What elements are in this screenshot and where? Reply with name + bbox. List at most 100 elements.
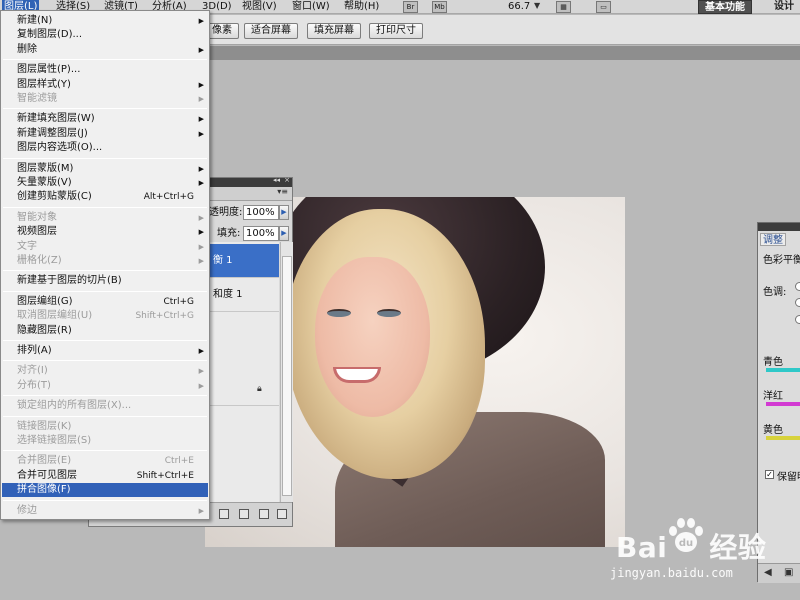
- menu-item: 合并图层(E) Ctrl+E: [2, 454, 208, 468]
- menu-item[interactable]: 视频图层 ▶: [2, 225, 208, 239]
- menu-item: 栅格化(Z) ▶: [2, 254, 208, 268]
- opacity-dropdown-icon[interactable]: ▶: [279, 205, 289, 220]
- panel-menu-icon[interactable]: ▾≡: [277, 187, 288, 196]
- menu-item[interactable]: 拼合图像(F): [2, 483, 208, 498]
- menu-separator: [3, 415, 207, 417]
- menu-separator: [3, 450, 207, 452]
- screen-mode-icon[interactable]: ▭: [596, 1, 611, 13]
- fit-screen-button[interactable]: 适合屏幕: [244, 23, 298, 39]
- menu-separator: [3, 157, 207, 159]
- menu-item: 智能对象 ▶: [2, 211, 208, 225]
- fill-input[interactable]: 100%: [243, 226, 279, 241]
- menu-item-label: 视频图层: [17, 226, 57, 238]
- menu-item[interactable]: 图层属性(P)...: [2, 63, 208, 77]
- menu-separator: [3, 270, 207, 272]
- menu-item-label: 删除: [17, 43, 37, 55]
- submenu-arrow-icon: ▶: [198, 506, 204, 515]
- fill-screen-button[interactable]: 填充屏幕: [307, 23, 361, 39]
- layer-dropdown-menu: 新建(N) ▶ 复制图层(D)... 删除 ▶ 图层属性(P)... 图层样式(Y) ▶ 智能滤…: [0, 10, 210, 520]
- trash-icon[interactable]: [277, 509, 287, 519]
- menu-item: 分布(T) ▶: [2, 379, 208, 393]
- new-layer-icon[interactable]: [259, 509, 269, 519]
- tone-shadows-radio[interactable]: [795, 282, 800, 291]
- group-folder-icon[interactable]: [239, 509, 249, 519]
- menu-item[interactable]: 删除 ▶: [2, 43, 208, 57]
- menu-item[interactable]: 隐藏图层(R): [2, 324, 208, 338]
- zoom-dropdown-icon[interactable]: ▼: [534, 1, 540, 10]
- menu-item[interactable]: 新建(N) ▶: [2, 14, 208, 28]
- menu-separator: [3, 290, 207, 292]
- menu-separator: [3, 206, 207, 208]
- menu-item: 链接图层(K): [2, 420, 208, 434]
- menu-item-label: 修边: [17, 504, 37, 516]
- adjustment-layer-icon[interactable]: [219, 509, 229, 519]
- tab-adjustments[interactable]: 调整: [760, 233, 786, 246]
- bridge-icon[interactable]: Br: [403, 1, 418, 13]
- menu-item: 取消图层编组(U) Shift+Ctrl+G: [2, 309, 208, 323]
- baidu-jingyan-watermark: du Bai 经验 jingyan.baidu.com: [610, 510, 800, 600]
- magenta-green-slider[interactable]: [766, 402, 800, 406]
- menu-item-label: 新建调整图层(J): [17, 127, 88, 139]
- menu-item: 修边 ▶: [2, 504, 208, 518]
- preserve-luminosity-checkbox[interactable]: ✓: [765, 470, 774, 479]
- menu-separator: [3, 499, 207, 501]
- cyan-red-slider[interactable]: [766, 368, 800, 372]
- arrange-documents-icon[interactable]: ▦: [556, 1, 571, 13]
- menu-item-shortcut: Shift+Ctrl+E: [136, 470, 194, 481]
- layer-list-scrollbar[interactable]: [280, 242, 293, 502]
- menu-item-label: 矢量蒙版(V): [17, 177, 72, 188]
- menu-separator: [3, 360, 207, 362]
- menu-item-label: 锁定组内的所有图层(X)...: [17, 400, 132, 412]
- menu-item: 文字 ▶: [2, 240, 208, 254]
- menu-window[interactable]: 窗口(W): [290, 0, 332, 14]
- submenu-arrow-icon: ▶: [198, 179, 204, 187]
- menu-item-label: 新建(N): [17, 15, 53, 26]
- print-size-button[interactable]: 打印尺寸: [369, 23, 423, 39]
- submenu-arrow-icon: ▶: [198, 257, 204, 265]
- menu-item[interactable]: 创建剪贴蒙版(C) Alt+Ctrl+G: [2, 190, 208, 204]
- minibridge-icon[interactable]: Mb: [432, 1, 447, 13]
- menu-item-label: 图层蒙版(M): [17, 162, 74, 174]
- menu-item[interactable]: 新建调整图层(J) ▶: [2, 127, 208, 141]
- tone-highlights-radio[interactable]: [795, 315, 800, 324]
- zoom-level[interactable]: 66.7: [506, 0, 532, 14]
- collapse-icon[interactable]: ◂◂: [273, 176, 280, 184]
- actual-pixels-button[interactable]: 像素: [205, 23, 239, 39]
- lock-icon: 🔒︎: [257, 384, 262, 394]
- menu-item[interactable]: 图层样式(Y) ▶: [2, 78, 208, 92]
- opacity-input[interactable]: 100%: [243, 205, 279, 220]
- menu-item[interactable]: 合并可见图层 Shift+Ctrl+E: [2, 469, 208, 483]
- menu-item[interactable]: 图层蒙版(M) ▶: [2, 162, 208, 176]
- menu-item-shortcut: Ctrl+G: [163, 296, 194, 307]
- menu-item-label: 智能滤镜: [17, 93, 57, 104]
- menu-item[interactable]: 排列(A) ▶: [2, 344, 208, 358]
- submenu-arrow-icon: ▶: [198, 347, 204, 355]
- menu-item-label: 隐藏图层(R): [17, 324, 72, 336]
- menu-item[interactable]: 矢量蒙版(V) ▶: [2, 176, 208, 190]
- menu-separator: [3, 340, 207, 341]
- menu-item-label: 智能对象: [17, 211, 57, 223]
- menu-view[interactable]: 视图(V): [240, 0, 279, 14]
- color-balance-title: 色彩平衡: [763, 255, 800, 266]
- menu-item-label: 栅格化(Z): [17, 255, 62, 266]
- workspace-essentials-button[interactable]: 基本功能: [698, 0, 752, 14]
- menu-item-label: 创建剪贴蒙版(C): [17, 191, 92, 203]
- submenu-arrow-icon: ▶: [198, 17, 204, 25]
- menu-item[interactable]: 复制图层(D)...: [2, 28, 208, 42]
- menu-item: 对齐(I) ▶: [2, 364, 208, 378]
- workspace-design-button[interactable]: 设计: [774, 0, 794, 14]
- menu-help[interactable]: 帮助(H): [342, 0, 381, 14]
- menu-item[interactable]: 新建填充图层(W) ▶: [2, 112, 208, 126]
- menu-item[interactable]: 新建基于图层的切片(B): [2, 274, 208, 288]
- menu-item[interactable]: 图层编组(G) Ctrl+G: [2, 295, 208, 309]
- yellow-blue-slider[interactable]: [766, 436, 800, 440]
- close-panel-icon[interactable]: ×: [284, 176, 290, 184]
- submenu-arrow-icon: ▶: [198, 95, 204, 103]
- menu-item-label: 图层样式(Y): [17, 78, 71, 90]
- menu-item[interactable]: 图层内容选项(O)...: [2, 141, 208, 155]
- fill-dropdown-icon[interactable]: ▶: [279, 226, 289, 241]
- preserve-luminosity-label: 保留明: [777, 472, 800, 483]
- adjustments-panel-titlebar[interactable]: [758, 223, 800, 231]
- tone-midtones-radio[interactable]: [795, 298, 800, 307]
- menu-separator: [3, 395, 207, 397]
